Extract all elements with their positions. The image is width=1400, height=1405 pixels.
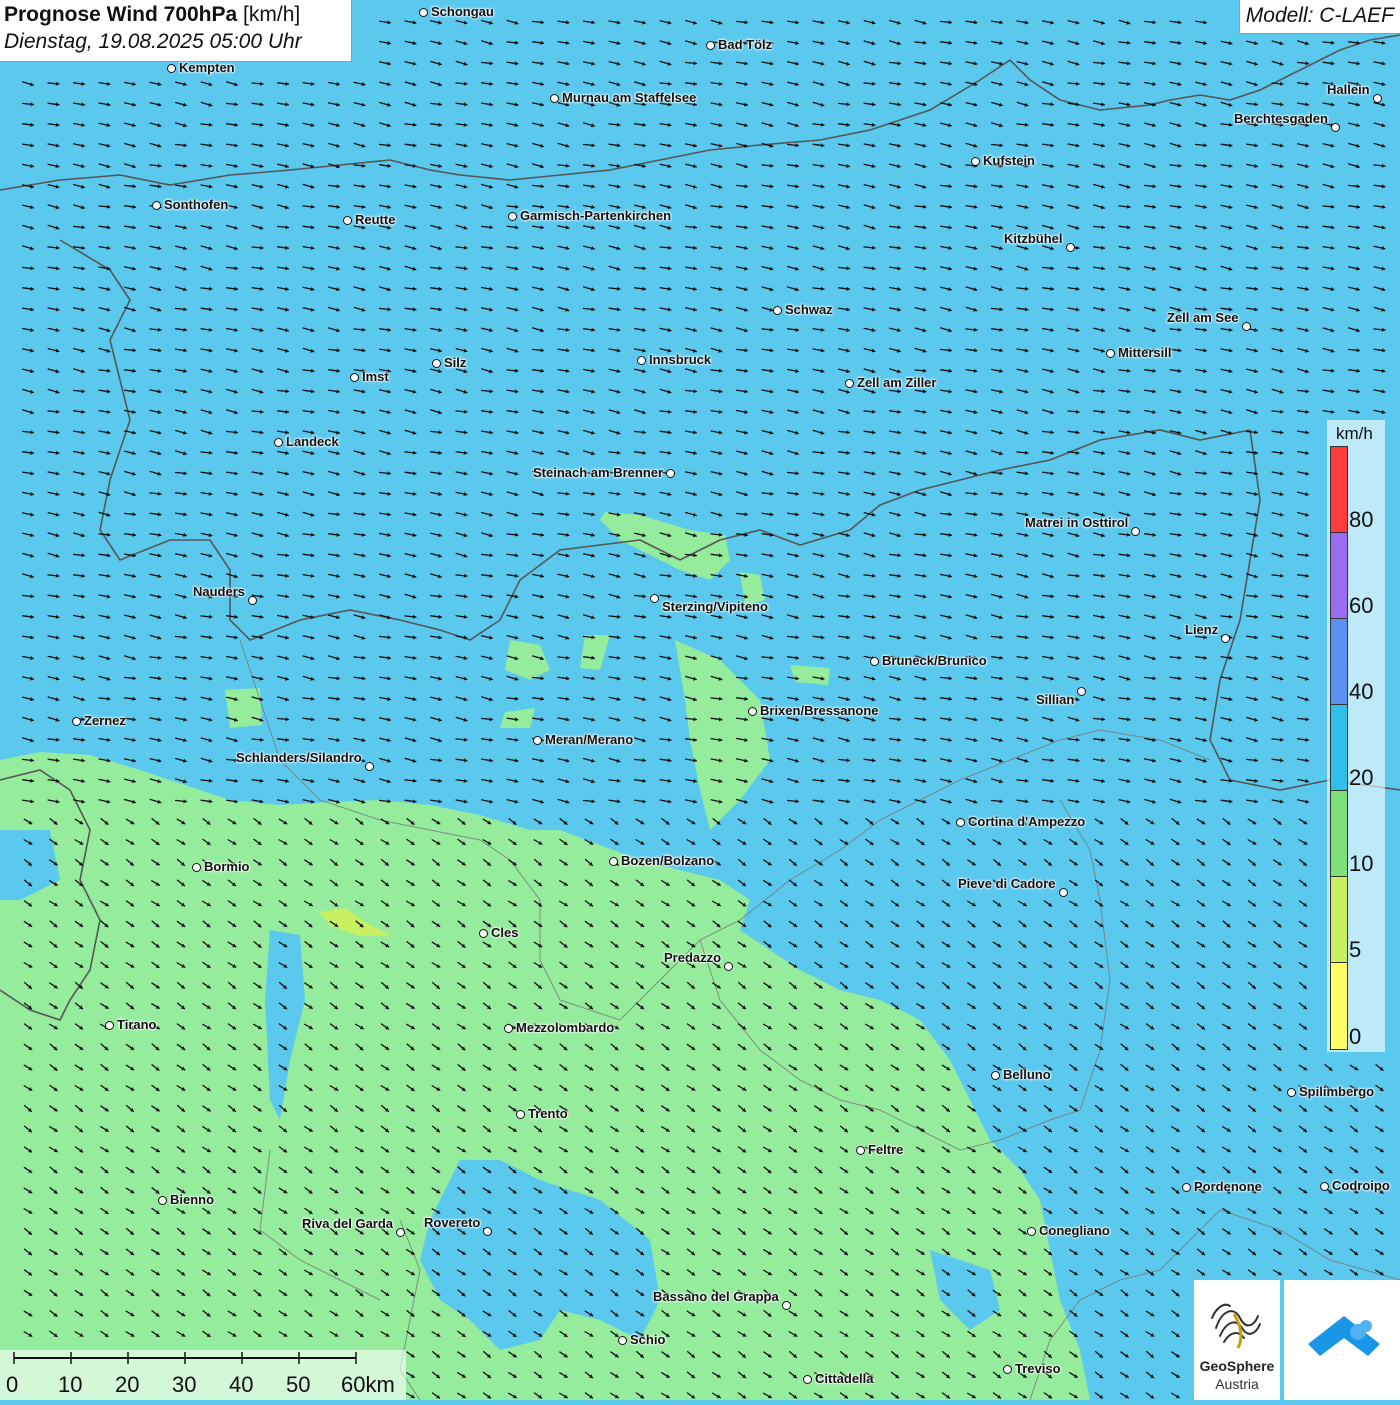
wind-zone-10-20-small3 — [225, 688, 262, 728]
wind-zone-10-20-small5 — [790, 665, 830, 685]
